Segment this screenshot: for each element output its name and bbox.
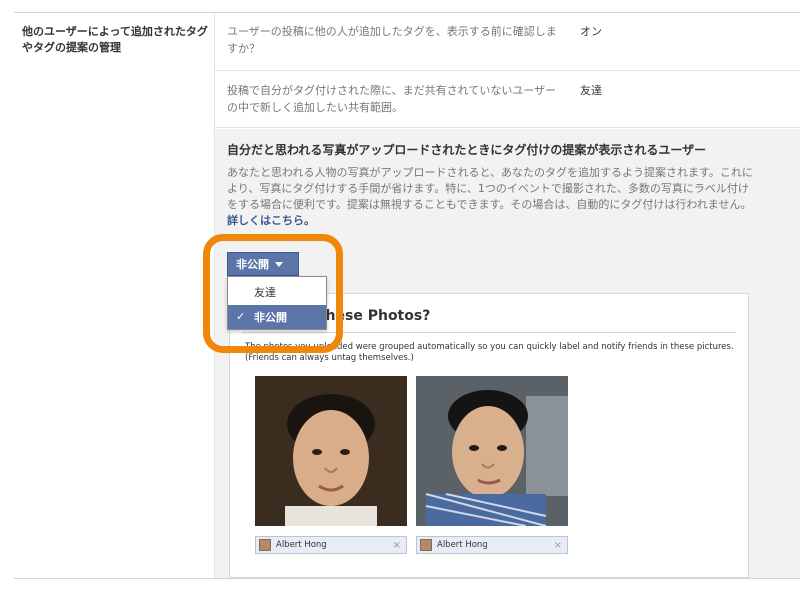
face-portrait-icon [255,376,407,526]
row-description: 投稿で自分がタグ付けされた際に、まだ共有されていないユーザーの中で新しく追加した… [227,84,557,114]
tag-suggestion[interactable]: Albert Hong × [416,536,568,554]
close-icon[interactable]: × [554,540,562,551]
card-divider [242,332,736,333]
menu-item-label: 非公開 [254,311,287,324]
privacy-button-label: 非公開 [236,258,269,271]
photo-thumbnail [416,376,568,526]
menu-item-friends[interactable]: 友達 [228,280,326,304]
chevron-down-icon [275,261,283,267]
learn-more-link[interactable]: 詳しくはこちら。 [227,214,315,227]
tag-name: Albert Hong [437,540,488,550]
avatar [259,539,271,551]
setting-row-review-tags[interactable]: ユーザーの投稿に他の人が追加したタグを、表示する前に確認しますか？ オン [215,13,800,71]
face-portrait-icon [416,376,568,526]
close-icon[interactable]: × [393,540,401,551]
privacy-dropdown-button[interactable]: 非公開 [227,252,299,276]
check-icon: ✓ [236,310,246,323]
tag-name: Albert Hong [276,540,327,550]
bottom-divider [14,578,800,579]
row-value[interactable]: 友達 [580,82,602,98]
privacy-dropdown-menu: 友達 ✓ 非公開 [227,276,327,330]
photo-tag-preview-card: These Photos? The photos you uploaded we… [229,293,749,578]
photo-thumbnail [255,376,407,526]
setting-label: 他のユーザーによって追加されたタグやタグの提案の管理 [22,25,208,54]
row-description: ユーザーの投稿に他の人が追加したタグを、表示する前に確認しますか？ [227,25,557,55]
row-value[interactable]: オン [580,23,602,39]
card-description: The photos you uploaded were grouped aut… [245,342,734,363]
tag-suggestion[interactable]: Albert Hong × [255,536,407,554]
panel-title: 自分だと思われる写真がアップロードされたときにタグ付けの提案が表示されるユーザー [227,143,707,157]
menu-item-only-me[interactable]: ✓ 非公開 [228,305,326,329]
panel-description-text: あなたと思われる人物の写真がアップロードされると、あなたのタグを追加するよう提案… [227,166,753,211]
avatar [420,539,432,551]
card-title: These Photos? [316,308,431,324]
panel-description: あなたと思われる人物の写真がアップロードされると、あなたのタグを追加するよう提案… [227,165,757,229]
menu-item-label: 友達 [254,286,276,299]
setting-row-audience[interactable]: 投稿で自分がタグ付けされた際に、まだ共有されていないユーザーの中で新しく追加した… [215,72,800,128]
